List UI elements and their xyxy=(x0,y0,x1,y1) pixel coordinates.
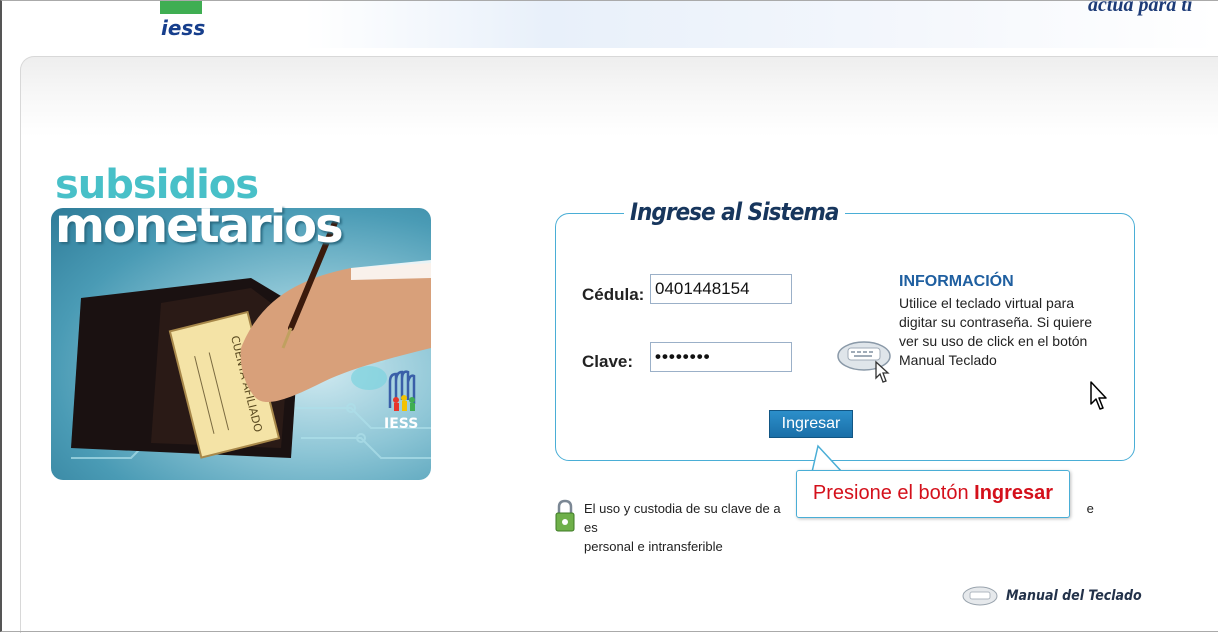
iess-logo-icon: iess xyxy=(160,0,205,40)
login-form: Ingrese al Sistema Cédula: Clave: INFORM… xyxy=(555,198,1135,461)
header-logo-text: iess xyxy=(161,16,205,40)
ingresar-button[interactable]: Ingresar xyxy=(769,410,853,438)
callout-prefix: Presione el botón xyxy=(812,482,975,504)
top-header: iess actúa para ti xyxy=(0,0,1218,48)
manual-teclado-label[interactable]: Manual del Teclado xyxy=(1006,588,1142,604)
mouse-cursor-icon xyxy=(1090,381,1107,410)
ingresar-hint-callout: Presione el botón Ingresar xyxy=(796,470,1070,518)
note-line-1-start: El uso y custodia de su clave de a xyxy=(584,501,781,516)
clave-label: Clave: xyxy=(582,352,634,371)
cedula-input[interactable] xyxy=(650,274,792,304)
cedula-label: Cédula: xyxy=(582,285,645,304)
banner-title-monetarios: monetarios xyxy=(55,198,344,254)
callout-strong-text: Ingresar xyxy=(974,482,1054,504)
keyboard-icon[interactable] xyxy=(836,332,896,384)
login-title: Ingrese al Sistema xyxy=(624,198,845,226)
header-slogan: actúa para ti xyxy=(1088,0,1193,16)
clave-password-input[interactable] xyxy=(650,342,792,372)
info-title: INFORMACIÓN xyxy=(899,273,1014,290)
info-text: Utilice el teclado virtual para digitar … xyxy=(899,295,1092,368)
iess-emblem-icon: IESS xyxy=(384,370,418,430)
subsidios-banner: CUENTA AFILIADO subsidios monetarios IES… xyxy=(50,160,434,482)
keyboard-small-icon xyxy=(962,586,998,606)
lock-icon xyxy=(555,499,575,532)
manual-teclado-link[interactable]: Manual del Teclado xyxy=(962,583,1142,609)
banner-logo-text: IESS xyxy=(384,416,418,430)
note-line-2: personal e intransferible xyxy=(584,539,723,554)
